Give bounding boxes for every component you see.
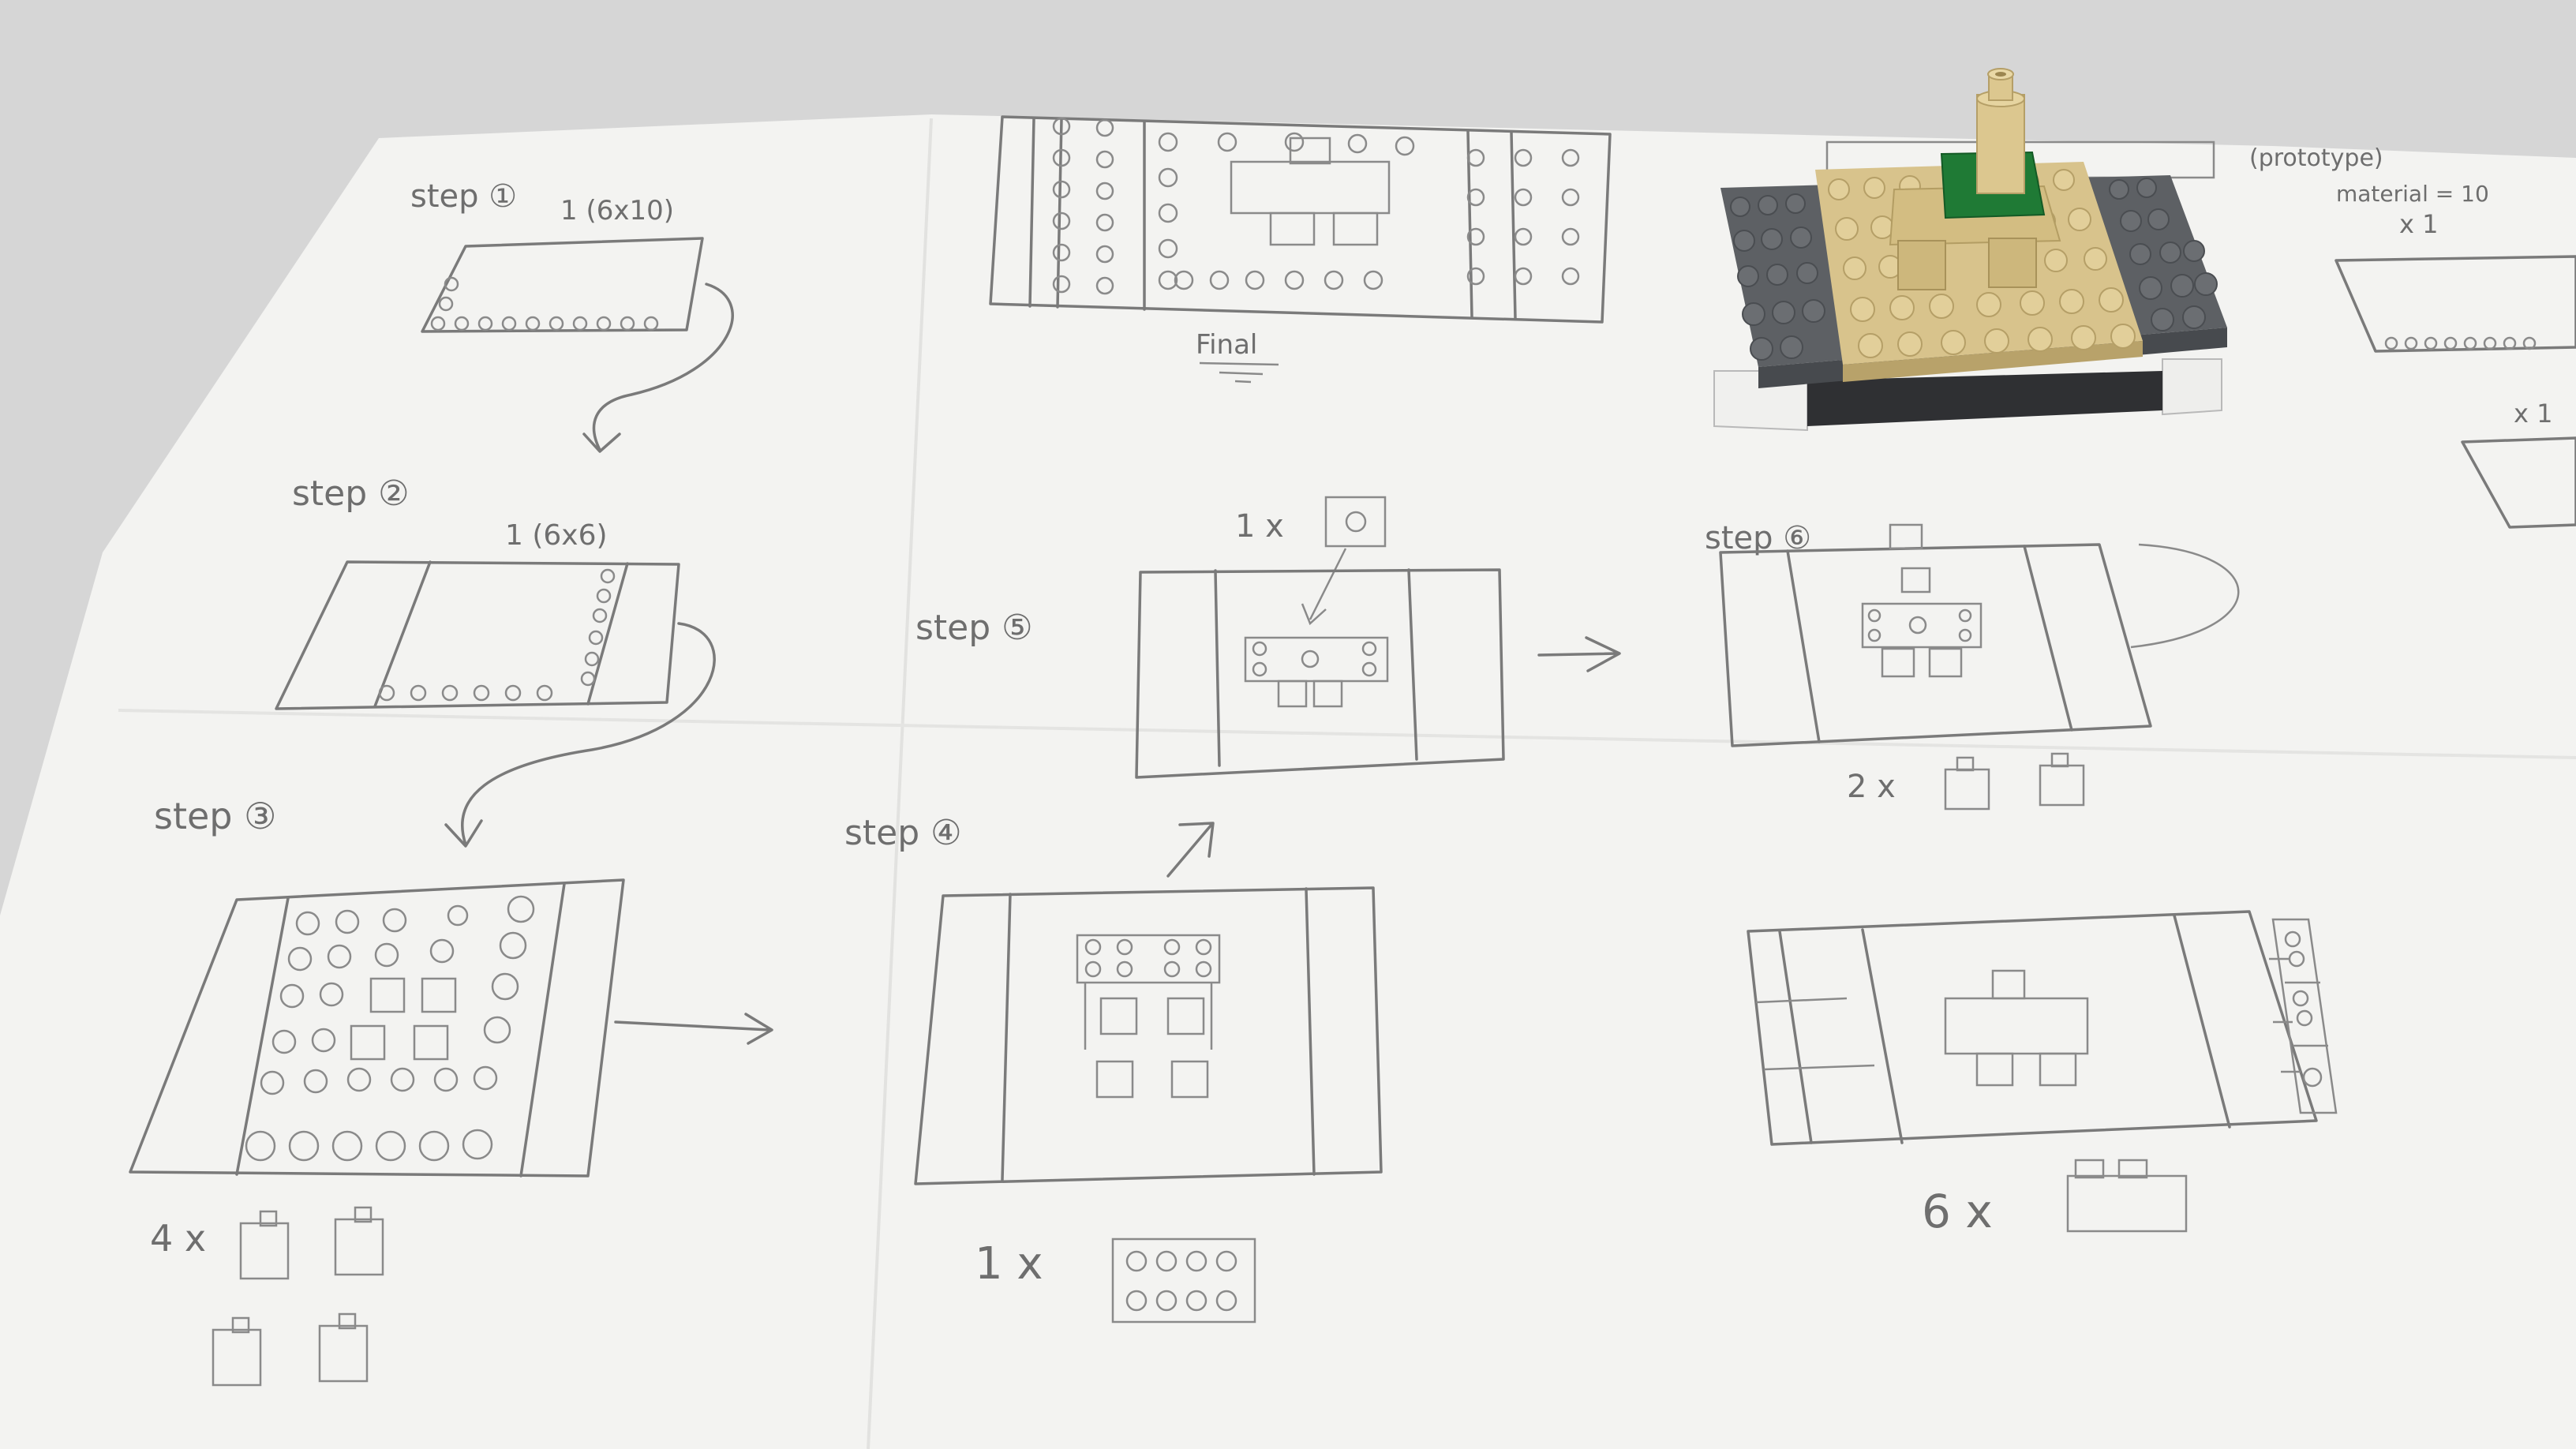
count-b: x 1 (2514, 399, 2552, 429)
step6-note: 2 x (1847, 769, 1896, 805)
step7-note: 6 x (1922, 1185, 1993, 1238)
step4-note: 1 x (975, 1238, 1043, 1290)
step2-label: step ② (292, 474, 410, 514)
step1-label: step ① (410, 178, 517, 215)
step3-note: 4 x (150, 1217, 206, 1260)
photo-scene: step ① 1 (6x10) step ② 1 (6x6) step ③ 4 … (0, 0, 2576, 1449)
count-a: x 1 (2399, 209, 2438, 239)
step1-note: 1 (6x10) (560, 195, 674, 227)
material-note: material = 10 (2336, 181, 2489, 207)
step3-label: step ③ (154, 795, 276, 837)
lego-tan-column (1976, 94, 2025, 194)
step5-note: 1 x (1235, 508, 1284, 545)
lego-white-leg-right (2162, 358, 2222, 416)
step5-label: step ⑤ (915, 608, 1033, 648)
step4-label: step ④ (844, 813, 962, 853)
step2-note: 1 (6x6) (505, 519, 608, 552)
title-fragment: (prototype) (2249, 144, 2383, 172)
final-label: Final (1196, 329, 1257, 361)
